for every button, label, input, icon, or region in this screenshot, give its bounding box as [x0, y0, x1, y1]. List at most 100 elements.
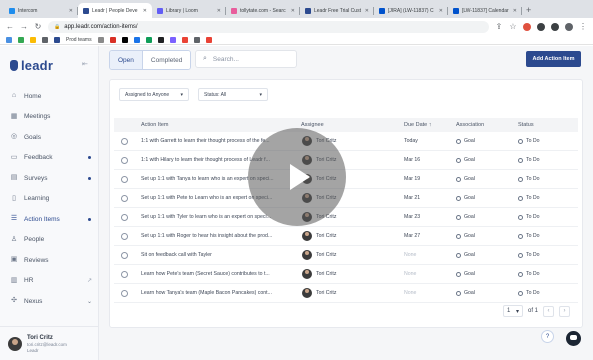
table-row[interactable]: Set up 1:1 with Tanya to learn who is an… [114, 170, 578, 189]
bookmark-icon[interactable] [42, 36, 48, 43]
bookmark-icon[interactable] [54, 36, 60, 43]
bookmark-icon[interactable] [18, 36, 24, 43]
menu-dots-icon[interactable]: ⋮ [579, 22, 587, 31]
bookmark-icon[interactable] [193, 36, 200, 43]
tab-open[interactable]: Open [110, 51, 143, 69]
complete-checkbox[interactable] [121, 270, 128, 278]
close-tab-icon[interactable]: ✕ [69, 8, 73, 14]
close-tab-icon[interactable]: ✕ [217, 8, 221, 14]
add-action-item-button[interactable]: Add Action Item [526, 51, 581, 67]
complete-checkbox[interactable] [121, 213, 128, 221]
close-tab-icon[interactable]: ✕ [143, 8, 147, 14]
complete-checkbox[interactable] [121, 251, 128, 259]
puzzle-icon[interactable] [551, 22, 559, 31]
browser-tab[interactable]: [LW-11837] Calendar ✕ [448, 3, 522, 18]
reload-icon[interactable]: ↻ [34, 22, 42, 31]
browser-tab[interactable]: Intercom ✕ [4, 3, 78, 18]
complete-checkbox[interactable] [121, 194, 128, 202]
column-assignee[interactable]: Assignee [301, 122, 324, 128]
complete-checkbox[interactable] [121, 137, 128, 145]
sidebar-item-meetings[interactable]: ▦ Meetings [0, 107, 98, 128]
complete-checkbox[interactable] [121, 156, 128, 164]
bookmark-icon[interactable] [30, 36, 36, 43]
close-tab-icon[interactable]: ✕ [439, 8, 443, 14]
table-row[interactable]: 1:1 with Garrett to learn their thought … [114, 132, 578, 151]
bookmark-icon[interactable] [6, 36, 12, 43]
table-row[interactable]: 1:1 with Hilary to learn their thought p… [114, 151, 578, 170]
sidebar-item-goals[interactable]: ◎ Goals [0, 127, 98, 148]
tab-completed[interactable]: Completed [142, 51, 191, 69]
book-icon: ▯ [12, 194, 16, 202]
extension-icon[interactable] [537, 22, 545, 31]
browser-tab[interactable]: Library | Loom ✕ [152, 3, 226, 18]
search-input[interactable] [212, 55, 293, 63]
chat-launcher-icon[interactable] [566, 331, 581, 346]
page-select[interactable]: 1 ▾ [503, 305, 523, 317]
bookmark-icon[interactable] [205, 36, 212, 43]
forward-icon[interactable]: → [20, 22, 28, 31]
sidebar-item-hr[interactable]: ▥ HR ↗ [0, 271, 98, 292]
collapse-sidebar-icon[interactable]: ⇤ [82, 60, 88, 68]
action-item-text[interactable]: Sit on feedback call with Tayler [141, 252, 296, 258]
sidebar-item-nexus[interactable]: ✣ Nexus ⌄ [0, 291, 98, 312]
assigned-filter[interactable]: Assigned to Anyone ▾ [119, 88, 189, 101]
browser-tab[interactable]: Leadr | People Deve ✕ [78, 3, 152, 18]
back-icon[interactable]: ← [6, 22, 14, 31]
action-item-text[interactable]: Set up 1:1 with Roger to hear his insigh… [141, 233, 296, 239]
status-filter[interactable]: Status: All ▾ [198, 88, 268, 101]
sidebar-item-learning[interactable]: ▯ Learning [0, 189, 98, 210]
close-tab-icon[interactable]: ✕ [365, 8, 369, 14]
bookmark-star-icon[interactable]: ☆ [509, 22, 517, 31]
sidebar-item-action-items[interactable]: ☰ Action Items [0, 209, 98, 230]
close-tab-icon[interactable]: ✕ [513, 8, 517, 14]
bookmark-icon[interactable] [133, 36, 140, 43]
action-item-text[interactable]: Learn how Pete's team (Secret Sauce) con… [141, 271, 296, 277]
new-tab-icon[interactable]: + [526, 5, 531, 15]
table-row[interactable]: Sit on feedback call with Tayler Tori Cri… [114, 246, 578, 265]
goal-icon [456, 252, 461, 258]
column-action-item[interactable]: Action Item [141, 122, 169, 128]
avatar [302, 269, 312, 279]
sidebar-item-reviews[interactable]: ▣ Reviews [0, 250, 98, 271]
browser-tab[interactable]: tollytate.com - Searc ✕ [226, 3, 300, 18]
profile-icon[interactable] [565, 22, 573, 31]
table-row[interactable]: Set up 1:1 with Tyler to learn who is an… [114, 208, 578, 227]
sidebar-item-home[interactable]: ⌂ Home [0, 86, 98, 107]
help-icon[interactable]: ? [541, 330, 554, 343]
column-due-date[interactable]: Due Date ↑ [404, 122, 432, 128]
action-item-text[interactable]: Learn how Tanya's team (Maple Bacon Panc… [141, 290, 296, 296]
sidebar-item-surveys[interactable]: ▤ Surveys [0, 168, 98, 189]
sidebar-item-feedback[interactable]: ▭ Feedback [0, 148, 98, 169]
complete-checkbox[interactable] [121, 232, 128, 240]
complete-checkbox[interactable] [121, 289, 128, 297]
table-row[interactable]: Set up 1:1 with Pete to Learn who is an … [114, 189, 578, 208]
close-tab-icon[interactable]: ✕ [291, 8, 295, 14]
bookmark-icon[interactable] [121, 36, 128, 43]
user-profile[interactable]: Tori Critz tori.critz@leadr.com Leadr [0, 326, 98, 360]
table-row[interactable]: Learn how Pete's team (Secret Sauce) con… [114, 265, 578, 284]
browser-tab[interactable]: [JIRA] (LW-11837) C ✕ [374, 3, 448, 18]
complete-checkbox[interactable] [121, 175, 128, 183]
sidebar-nav: ⌂ Home ▦ Meetings ◎ Goals ▭ Feedback ▤ Surveys ▯ Le… [0, 86, 98, 312]
bookmark-icon[interactable] [97, 36, 104, 43]
table-row[interactable]: Set up 1:1 with Roger to hear his insigh… [114, 227, 578, 246]
column-association[interactable]: Association [456, 122, 484, 128]
table-row[interactable]: Learn how Tanya's team (Maple Bacon Panc… [114, 284, 578, 303]
bookmark-icon[interactable] [181, 36, 188, 43]
column-status[interactable]: Status [518, 122, 534, 128]
address-bar[interactable]: 🔒 app.leadr.com/action-items/ [48, 20, 489, 33]
sidebar-item-people[interactable]: ♙ People [0, 230, 98, 251]
share-icon[interactable]: ⇪ [495, 22, 503, 31]
next-page-icon[interactable]: › [559, 305, 571, 317]
bookmark-icon[interactable] [169, 36, 176, 43]
prev-page-icon[interactable]: ‹ [543, 305, 555, 317]
video-play-icon[interactable] [248, 128, 346, 226]
bookmark-icon[interactable] [157, 36, 164, 43]
bookmark-prod-teams[interactable]: Prod teams [66, 37, 92, 43]
bookmark-icon[interactable] [145, 36, 152, 43]
leadr-logo[interactable]: leadr [10, 58, 53, 73]
status-label: To Do [526, 252, 540, 258]
browser-tab[interactable]: Leadr Free Trial Cust ✕ [300, 3, 374, 18]
extension-icon[interactable] [523, 22, 531, 31]
bookmark-icon[interactable] [109, 36, 116, 43]
